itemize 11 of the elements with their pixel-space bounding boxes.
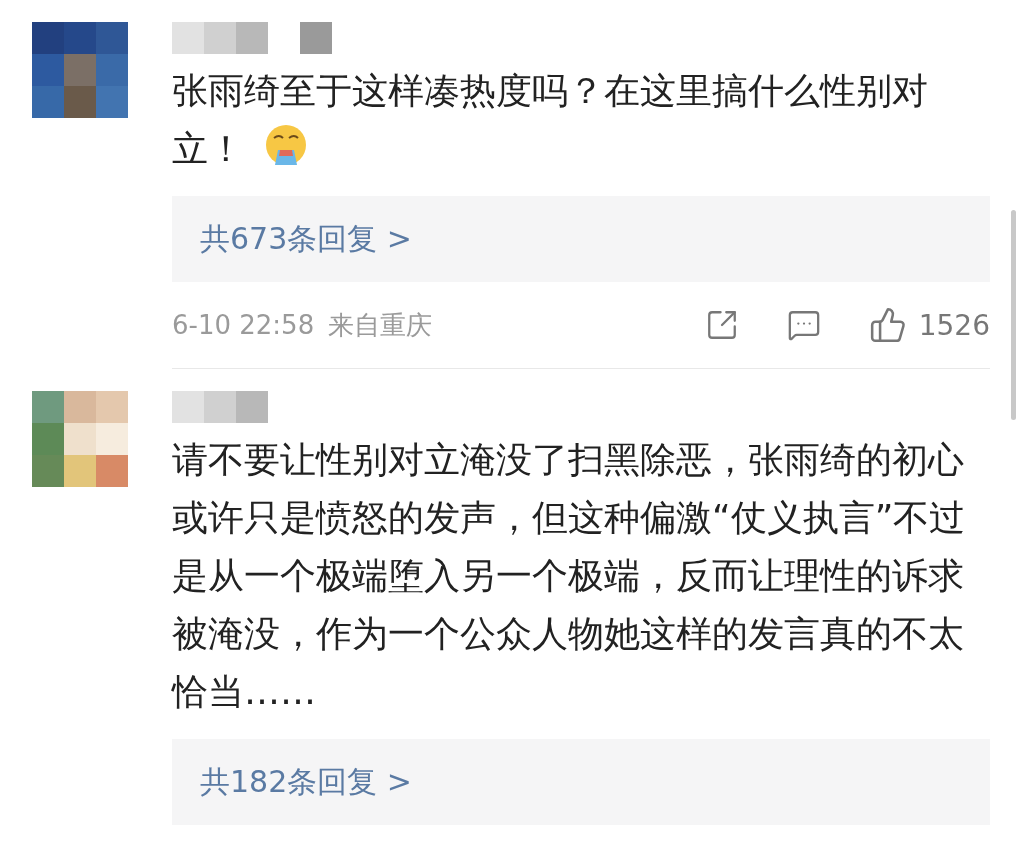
like-button[interactable]: 1526 (868, 306, 990, 344)
replies-link[interactable]: 共182条回复 > (172, 739, 990, 825)
comment-button[interactable] (786, 308, 821, 342)
comment-time: 6-10 22:58 (172, 310, 315, 340)
thumbs-up-icon (868, 306, 907, 344)
scrollbar[interactable] (1011, 210, 1016, 420)
comment-text: 张雨绮至于这样凑热度吗？在这里搞什么性别对立！ (172, 69, 929, 171)
replies-link[interactable]: 共673条回复 > (172, 196, 990, 282)
comment-location: 来自重庆 (328, 308, 433, 342)
comment-text: 请不要让性别对立淹没了扫黑除恶，张雨绮的初心或许只是愤怒的发声，但这种偏激“仗义执言”不过是从一个极端堕入另一个极端，反而让理性的诉求被淹没，作为一个公众人物她这样的发言真的不太恰当…… (172, 438, 967, 714)
vomiting-face-icon (264, 123, 308, 167)
